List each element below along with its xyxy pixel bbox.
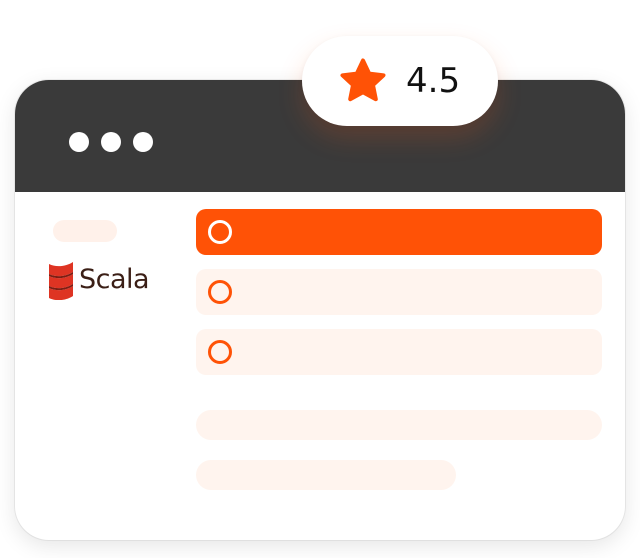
window-controls	[69, 132, 153, 152]
content-placeholder-bar-short	[196, 460, 456, 490]
option-3[interactable]	[196, 329, 602, 375]
sidebar-label-placeholder	[53, 220, 117, 242]
window-dot-icon[interactable]	[133, 132, 153, 152]
option-1[interactable]	[196, 209, 602, 255]
window-dot-icon[interactable]	[69, 132, 89, 152]
radio-icon[interactable]	[208, 220, 232, 244]
radio-icon[interactable]	[208, 280, 232, 304]
star-icon	[340, 58, 386, 102]
brand: Scala	[47, 258, 150, 302]
scene: Scala 4.5	[0, 0, 640, 558]
option-2[interactable]	[196, 269, 602, 315]
app-window: Scala	[15, 80, 625, 540]
rating-badge: 4.5	[302, 36, 498, 126]
scala-logo-icon	[49, 262, 73, 300]
content-placeholder-bar	[196, 410, 602, 440]
brand-name: Scala	[79, 264, 150, 295]
rating-value: 4.5	[406, 61, 461, 101]
radio-icon[interactable]	[208, 340, 232, 364]
window-dot-icon[interactable]	[101, 132, 121, 152]
